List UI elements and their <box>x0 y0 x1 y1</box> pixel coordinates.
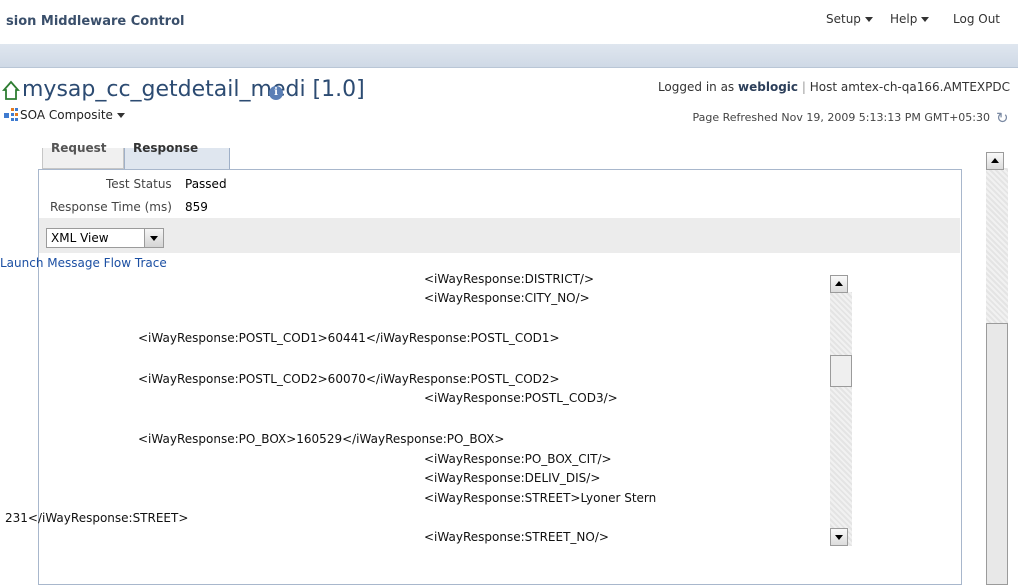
xml-line: <iWayResponse:POSTL_COD1>60441</iWayResp… <box>138 331 560 345</box>
app-title: sion Middleware Control <box>6 14 185 29</box>
home-icon[interactable] <box>2 79 20 101</box>
page-refreshed-text: Page Refreshed Nov 19, 2009 5:13:13 PM G… <box>692 111 990 124</box>
chevron-down-icon[interactable] <box>144 229 163 247</box>
setup-menu-label: Setup <box>826 12 861 26</box>
page-scrollbar-thumb[interactable] <box>986 323 1008 585</box>
xml-scrollbar-thumb[interactable] <box>830 355 852 387</box>
xml-scroll-up-button[interactable] <box>830 275 848 293</box>
header-strip <box>0 44 1018 68</box>
tab-response[interactable]: Response <box>124 141 230 170</box>
host-prefix: Host <box>809 80 838 94</box>
target-name: mysap_cc_getdetail_medi [1.0] <box>22 77 365 102</box>
host-name: amtex-ch-qa166.AMTEXPDC <box>840 80 1010 94</box>
setup-menu[interactable]: Setup <box>826 12 873 26</box>
xml-line: <iWayResponse:DELIV_DIS/> <box>424 471 601 485</box>
response-time-value: 859 <box>185 200 208 214</box>
test-status-label: Test Status <box>106 177 172 191</box>
tab-request-label: Request <box>51 141 107 155</box>
xml-line: <iWayResponse:DISTRICT/> <box>424 272 595 286</box>
chevron-down-icon <box>864 17 873 22</box>
user-name: weblogic <box>738 80 799 94</box>
xml-line: 231</iWayResponse:STREET> <box>5 511 189 525</box>
response-time-label: Response Time (ms) <box>50 200 172 214</box>
xml-scroll-down-button[interactable] <box>830 528 848 546</box>
view-toolbar <box>39 218 960 253</box>
xml-line: <iWayResponse:PO_BOX>160529</iWayRespons… <box>138 432 505 446</box>
xml-line: <iWayResponse:STREET>Lyoner Stern <box>424 491 657 505</box>
xml-line: <iWayResponse:STREET_NO/> <box>424 530 609 544</box>
xml-scrollbar-track[interactable] <box>830 292 852 546</box>
help-menu-label: Help <box>890 12 918 26</box>
logged-in-prefix: Logged in as <box>657 80 735 94</box>
log-out-link[interactable]: Log Out <box>953 12 1000 26</box>
chevron-down-icon <box>116 113 125 118</box>
xml-line: <iWayResponse:POSTL_COD2>60070</iWayResp… <box>138 372 560 386</box>
tab-request[interactable]: Request <box>42 141 124 169</box>
soa-composite-menu[interactable]: SOA Composite <box>20 108 125 122</box>
refresh-icon[interactable]: ↻ <box>996 109 1010 127</box>
page-refreshed: Page Refreshed Nov 19, 2009 5:13:13 PM G… <box>692 109 1010 127</box>
soa-composite-icon <box>4 108 18 121</box>
xml-line: <iWayResponse:CITY_NO/> <box>424 291 590 305</box>
info-icon[interactable]: i <box>269 86 283 100</box>
view-select[interactable]: XML View <box>46 228 164 248</box>
launch-message-flow-trace-link[interactable]: Launch Message Flow Trace <box>0 256 167 270</box>
view-select-value: XML View <box>51 231 109 245</box>
test-status-value: Passed <box>185 177 227 191</box>
soa-composite-label: SOA Composite <box>20 108 113 122</box>
page-scroll-up-button[interactable] <box>986 152 1004 170</box>
chevron-down-icon <box>921 17 930 22</box>
xml-line: <iWayResponse:POSTL_COD3/> <box>424 391 618 405</box>
xml-line: <iWayResponse:PO_BOX_CIT/> <box>424 452 612 466</box>
login-info: Logged in as weblogic | Host amtex-ch-qa… <box>657 80 1010 94</box>
help-menu[interactable]: Help <box>890 12 930 26</box>
tab-response-label: Response <box>133 141 199 155</box>
